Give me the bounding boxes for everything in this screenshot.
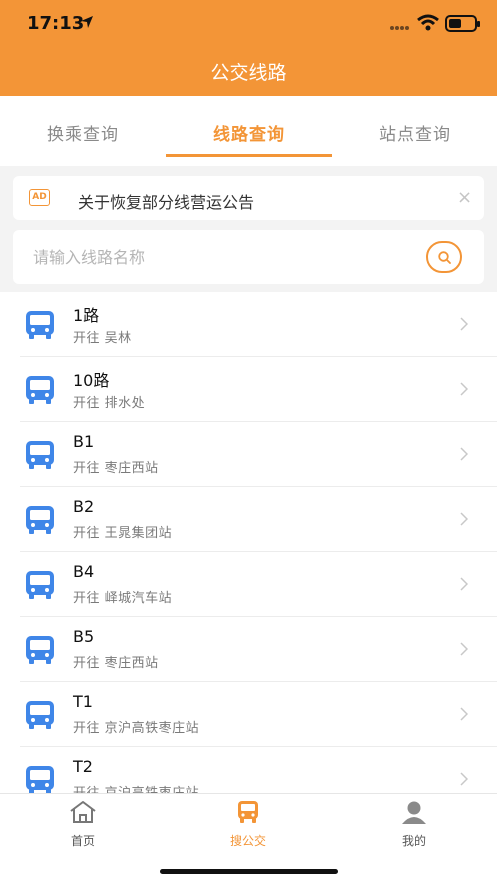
page-title: 公交线路 bbox=[210, 62, 287, 84]
header: 17:13 公交线路 bbox=[0, 0, 497, 96]
active-tab-indicator bbox=[166, 154, 332, 157]
route-destination: 开往 京沪高铁枣庄站 bbox=[73, 782, 199, 793]
chevron-right-icon bbox=[460, 317, 468, 331]
tab-stop-query[interactable]: 站点查询 bbox=[332, 120, 497, 145]
bus-icon bbox=[26, 311, 54, 339]
route-row[interactable]: B5 开往 枣庄西站 bbox=[0, 617, 497, 682]
search-input[interactable] bbox=[33, 244, 413, 270]
home-icon bbox=[70, 801, 96, 823]
route-destination: 开往 吴林 bbox=[73, 331, 132, 346]
tab-transfer-query[interactable]: 换乘查询 bbox=[0, 120, 166, 145]
bus-icon bbox=[26, 506, 54, 534]
tab-route-query[interactable]: 线路查询 bbox=[166, 120, 332, 145]
user-icon bbox=[402, 801, 426, 824]
battery-icon bbox=[445, 15, 480, 32]
route-name: 1路 bbox=[73, 306, 100, 325]
location-arrow-icon bbox=[81, 16, 93, 28]
bus-icon bbox=[26, 571, 54, 599]
route-name: B4 bbox=[73, 562, 95, 581]
status-bar: 17:13 bbox=[0, 0, 497, 48]
bus-icon bbox=[26, 441, 54, 469]
route-list: 1路 开往 吴林 10路 开往 排水处 B1 开往 枣庄西站 B2 开往 王晁集… bbox=[0, 292, 497, 793]
ad-icon: AD bbox=[29, 189, 50, 206]
tabbar-label: 我的 bbox=[401, 834, 426, 848]
home-indicator bbox=[160, 869, 338, 874]
route-destination: 开往 枣庄西站 bbox=[73, 656, 159, 671]
search-icon bbox=[438, 251, 451, 264]
chevron-right-icon bbox=[460, 447, 468, 461]
route-row[interactable]: B4 开往 峄城汽车站 bbox=[0, 552, 497, 617]
tabbar-item-home[interactable]: 首页 bbox=[23, 800, 143, 849]
route-row[interactable]: B1 开往 枣庄西站 bbox=[0, 422, 497, 487]
notice-text[interactable]: 关于恢复部分线营运公告 bbox=[78, 189, 254, 213]
route-name: 10路 bbox=[73, 371, 110, 390]
bottom-tab-bar: 首页 搜公交 我的 bbox=[0, 793, 497, 883]
wifi-icon bbox=[417, 14, 439, 31]
route-name: B5 bbox=[73, 627, 95, 646]
chevron-right-icon bbox=[460, 382, 468, 396]
chevron-right-icon bbox=[460, 642, 468, 656]
signal-dots-icon bbox=[390, 26, 409, 30]
tabbar-item-search-bus[interactable]: 搜公交 bbox=[188, 800, 308, 849]
chevron-right-icon bbox=[460, 577, 468, 591]
route-destination: 开往 枣庄西站 bbox=[73, 461, 159, 476]
route-row[interactable]: T2 开往 京沪高铁枣庄站 bbox=[0, 747, 497, 793]
bus-icon bbox=[26, 636, 54, 664]
route-name: B2 bbox=[73, 497, 95, 516]
bus-icon bbox=[26, 376, 54, 404]
route-destination: 开往 峄城汽车站 bbox=[73, 591, 173, 606]
search-button[interactable] bbox=[426, 241, 462, 273]
tabbar-label: 首页 bbox=[70, 834, 95, 848]
chevron-right-icon bbox=[460, 772, 468, 786]
search-bar bbox=[13, 230, 484, 284]
route-row[interactable]: B2 开往 王晁集团站 bbox=[0, 487, 497, 552]
route-name: B1 bbox=[73, 432, 95, 451]
status-time: 17:13 bbox=[27, 13, 85, 34]
chevron-right-icon bbox=[460, 707, 468, 721]
bus-icon bbox=[26, 701, 54, 729]
close-icon[interactable]: × bbox=[457, 187, 472, 208]
route-row[interactable]: 10路 开往 排水处 bbox=[0, 357, 497, 422]
tabbar-item-mine[interactable]: 我的 bbox=[354, 800, 474, 849]
route-name: T2 bbox=[73, 757, 93, 776]
route-name: T1 bbox=[73, 692, 93, 711]
bus-icon bbox=[238, 801, 258, 823]
bus-icon bbox=[26, 766, 54, 793]
route-destination: 开往 京沪高铁枣庄站 bbox=[73, 721, 200, 736]
notice-banner[interactable]: AD 关于恢复部分线营运公告 × bbox=[13, 176, 484, 220]
route-row[interactable]: T1 开往 京沪高铁枣庄站 bbox=[0, 682, 497, 747]
tabbar-label: 搜公交 bbox=[229, 834, 266, 848]
route-destination: 开往 王晁集团站 bbox=[73, 526, 173, 541]
route-destination: 开往 排水处 bbox=[73, 396, 146, 411]
query-tabs: 换乘查询 线路查询 站点查询 bbox=[0, 96, 497, 166]
route-row[interactable]: 1路 开往 吴林 bbox=[0, 292, 497, 357]
chevron-right-icon bbox=[460, 512, 468, 526]
